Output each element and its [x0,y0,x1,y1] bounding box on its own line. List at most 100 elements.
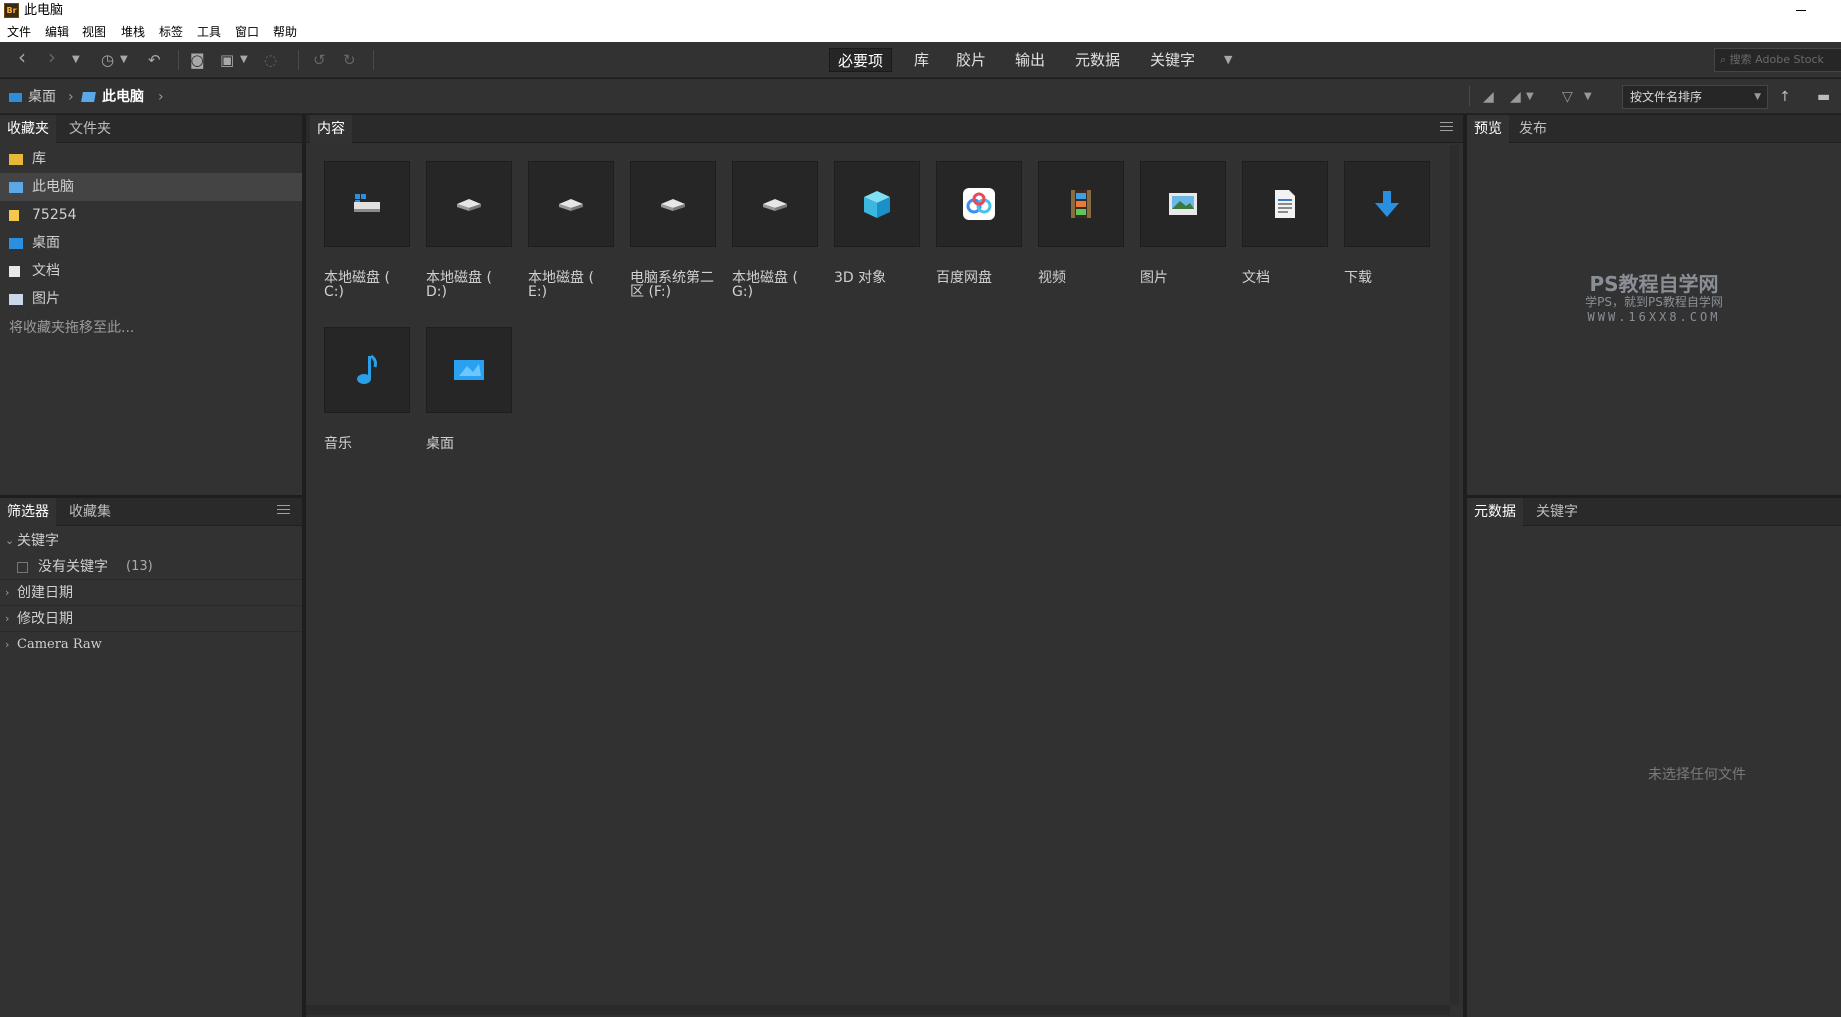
rating-filter-icon[interactable]: ◢ [1510,87,1521,107]
panel-menu-icon[interactable] [277,505,290,517]
preview-tabs: 预览 发布 [1467,115,1841,143]
checkbox[interactable] [17,562,28,573]
workspace-more-chevron-icon[interactable]: ▼ [1224,50,1232,70]
refine-icon[interactable]: ▣ [220,50,234,70]
sort-dropdown[interactable]: 按文件名排序 ▼ [1622,85,1768,109]
picture-folder-icon [1169,193,1197,215]
recent-history-icon[interactable]: ◷ [101,50,114,70]
adobe-stock-search[interactable]: ⌕ 搜索 Adobe Stock [1714,48,1841,72]
rotate-left-icon[interactable]: ↺ [313,50,326,70]
thumbnail[interactable] [426,161,512,247]
document-folder-icon [1275,190,1295,218]
workspace-filmstrip[interactable]: 胶片 [948,48,994,72]
video-folder-icon [1071,190,1091,218]
menu-help[interactable]: 帮助 [273,25,297,40]
menu-stack[interactable]: 堆栈 [121,25,145,40]
menu-edit[interactable]: 编辑 [45,25,69,40]
cube-3d-icon [864,191,890,218]
filter-date-created[interactable]: › 创建日期 [0,580,302,606]
breadcrumb-this-pc[interactable]: 此电脑 [102,87,144,107]
favorite-documents[interactable]: 文档 [0,257,302,285]
rotate-right-icon[interactable]: ↻ [343,50,356,70]
tab-metadata[interactable]: 元数据 [1467,498,1523,526]
menu-window[interactable]: 窗口 [235,25,259,40]
tab-collections[interactable]: 收藏集 [62,498,118,526]
menu-view[interactable]: 视图 [82,25,106,40]
workspace-metadata[interactable]: 元数据 [1067,48,1128,72]
tab-folders[interactable]: 文件夹 [62,115,118,143]
menu-tools[interactable]: 工具 [197,25,221,40]
no-file-selected-message: 未选择任何文件 [1648,767,1746,783]
toolbar-divider [178,50,179,70]
tab-filter[interactable]: 筛选器 [0,498,56,526]
breadcrumb-chevron-icon[interactable]: › [68,87,74,107]
metadata-tabs: 元数据 关键字 [1467,498,1841,526]
open-in-camera-raw-icon[interactable]: ◌ [264,50,277,70]
workspace-keywords[interactable]: 关键字 [1142,48,1203,72]
favorite-this-pc[interactable]: 此电脑 [0,173,302,201]
chevron-down-icon[interactable]: ▼ [1584,87,1592,107]
thumbnail[interactable] [324,161,410,247]
sort-label: 按文件名排序 [1630,90,1703,104]
thumbnail[interactable] [1242,161,1328,247]
thumbnail[interactable] [324,327,410,413]
thumbnail[interactable] [426,327,512,413]
boomerang-icon[interactable]: ↶ [148,50,161,70]
sort-ascending-icon[interactable]: ↑ [1779,87,1791,107]
favorite-pictures[interactable]: 图片 [0,285,302,313]
workspace-library[interactable]: 库 [906,48,937,72]
minimize-button[interactable] [1796,10,1806,11]
camera-import-icon[interactable]: ◙ [190,50,205,70]
breadcrumb-chevron-icon[interactable]: › [158,87,164,107]
thumbnail[interactable] [732,161,818,247]
tab-preview[interactable]: 预览 [1467,115,1509,143]
menu-file[interactable]: 文件 [7,25,31,40]
this-pc-icon [9,182,23,193]
chevron-down-icon[interactable]: ▼ [120,50,128,70]
breadcrumb-desktop[interactable]: 桌面 [28,87,56,107]
tab-keywords[interactable]: 关键字 [1529,498,1585,526]
thumbnail[interactable] [630,161,716,247]
tab-publish[interactable]: 发布 [1512,115,1554,143]
chevron-down-icon[interactable]: ▼ [240,50,248,70]
title-bar: Br 此电脑 [0,0,1841,22]
workspace-output[interactable]: 输出 [1007,48,1053,72]
toolbar-divider [373,50,374,70]
content-tabs: 内容 [306,115,1463,143]
new-folder-icon[interactable]: ▬ [1817,87,1830,107]
thumbnail[interactable] [834,161,920,247]
filter-no-keywords[interactable]: 没有关键字 (13) [0,554,302,580]
drive-icon [559,199,583,211]
filter-keywords-header[interactable]: ⌄ 关键字 [0,528,302,554]
favorites-panel: 收藏夹 文件夹 库 此电脑 75254 桌面 文档 图片 将收藏夹拖移至此... [0,115,302,495]
menu-label[interactable]: 标签 [159,25,183,40]
thumbnail[interactable] [1038,161,1124,247]
bridge-app-icon: Br [4,3,19,18]
tab-favorites[interactable]: 收藏夹 [0,115,56,143]
favorite-desktop[interactable]: 桌面 [0,229,302,257]
filter-camera-raw[interactable]: › Camera Raw [0,632,302,658]
desktop-icon [9,93,22,102]
favorite-75254[interactable]: 75254 [0,201,302,229]
thumbnail[interactable] [1140,161,1226,247]
thumbnail[interactable] [528,161,614,247]
thumbnail[interactable] [936,161,1022,247]
filter-items-icon[interactable]: ▽ [1562,87,1573,107]
tab-content[interactable]: 内容 [310,115,352,143]
thumbnail[interactable] [1344,161,1430,247]
content-horizontal-scrollbar[interactable] [306,1005,1450,1015]
favorite-library[interactable]: 库 [0,145,302,173]
toolbar-divider [298,50,299,70]
panel-menu-icon[interactable] [1440,122,1453,134]
filter-date-modified[interactable]: › 修改日期 [0,606,302,632]
back-icon[interactable]: ‹ [18,47,26,67]
chevron-down-icon[interactable]: ▼ [1526,87,1534,107]
workspace-essentials[interactable]: 必要项 [829,48,893,72]
drive-icon [457,199,481,211]
quality-icon[interactable]: ◢ [1483,87,1494,107]
chevron-down-icon[interactable]: ▼ [72,50,80,70]
chevron-right-icon: › [5,612,10,625]
forward-icon[interactable]: › [48,47,56,67]
content-vertical-scrollbar[interactable] [1450,145,1459,1005]
content-panel: 内容 [306,115,1463,1017]
